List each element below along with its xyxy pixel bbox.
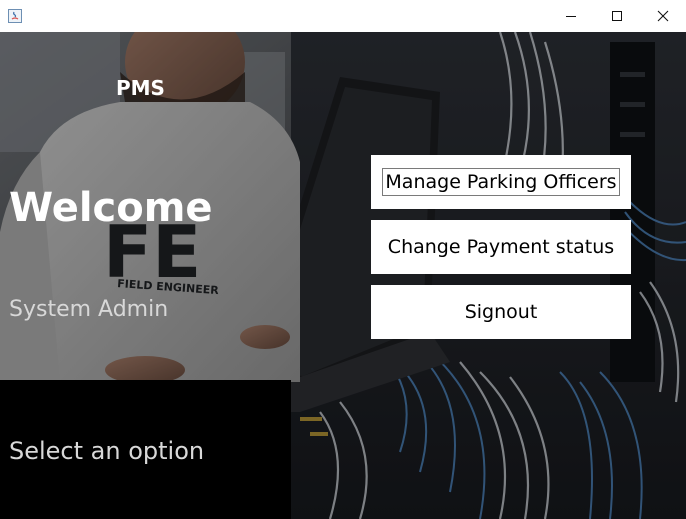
minimize-button[interactable] — [548, 0, 594, 32]
signout-label: Signout — [464, 301, 538, 323]
maximize-icon — [611, 7, 623, 26]
java-app-icon — [8, 8, 22, 23]
minimize-icon — [565, 7, 577, 26]
maximize-button[interactable] — [594, 0, 640, 32]
user-role: System Admin — [9, 297, 169, 322]
welcome-heading: Welcome — [9, 185, 213, 231]
app-name: PMS — [116, 76, 165, 100]
signout-button[interactable]: Signout — [371, 285, 631, 339]
change-payment-status-label: Change Payment status — [387, 236, 615, 258]
select-option-prompt: Select an option — [9, 437, 205, 465]
window-title-bar[interactable] — [0, 0, 686, 33]
manage-parking-officers-button[interactable]: Manage Parking Officers — [371, 155, 631, 209]
close-icon — [657, 7, 669, 26]
manage-parking-officers-label: Manage Parking Officers — [382, 168, 620, 196]
change-payment-status-button[interactable]: Change Payment status — [371, 220, 631, 274]
close-button[interactable] — [640, 0, 686, 32]
